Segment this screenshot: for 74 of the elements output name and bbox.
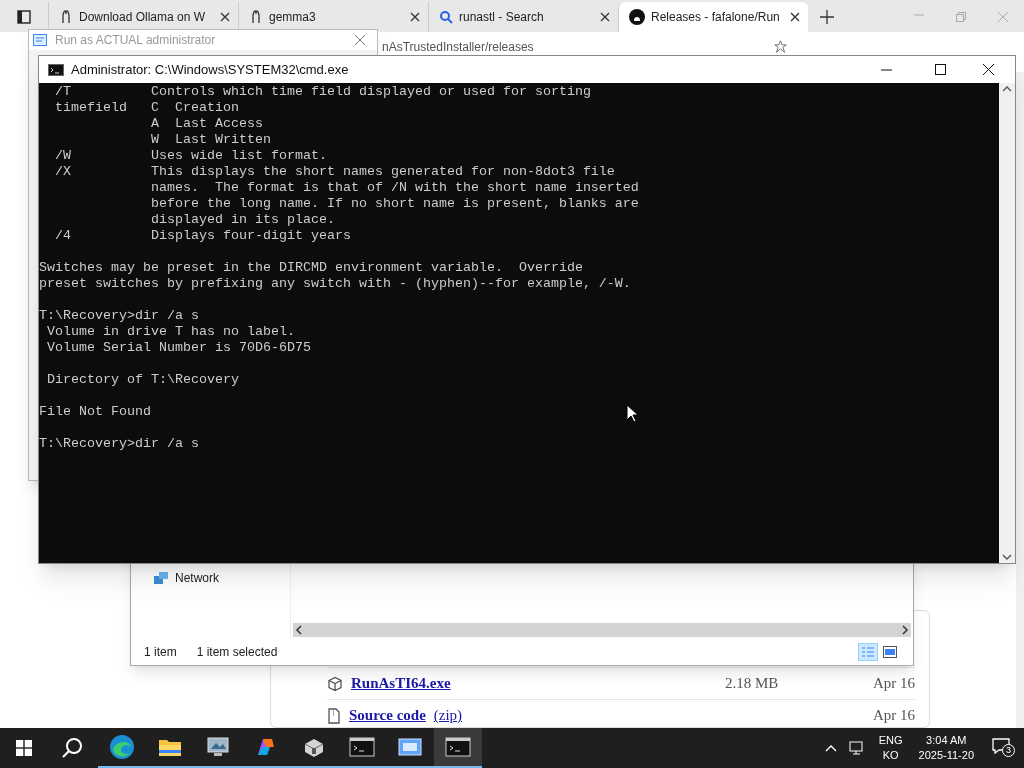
console-line: Directory of T:\Recovery bbox=[46, 372, 239, 388]
browser-tab[interactable]: Releases - fafalone/Run bbox=[618, 2, 808, 32]
language-indicator[interactable]: ENG KO bbox=[878, 733, 903, 763]
console-line: Switches may be preset in the DIRCMD environment variable. Override bbox=[39, 260, 583, 276]
tab-title: gemma3 bbox=[269, 9, 317, 26]
taskbar-app[interactable] bbox=[434, 728, 482, 768]
status-text: 1 item selected bbox=[196, 644, 278, 661]
window-icon bbox=[397, 737, 423, 757]
close-icon[interactable] bbox=[220, 12, 230, 22]
console-line: A Last Access bbox=[149, 116, 263, 132]
search-icon[interactable] bbox=[62, 737, 84, 759]
terminal-icon bbox=[48, 63, 64, 76]
window-icon bbox=[33, 34, 47, 46]
vertical-scrollbar[interactable] bbox=[999, 83, 1015, 563]
mouse-cursor-icon bbox=[626, 404, 638, 423]
terminal-icon bbox=[349, 737, 375, 757]
console-line: timefield C Creation bbox=[54, 100, 239, 116]
close-icon[interactable] bbox=[600, 12, 610, 22]
asset-format-link[interactable]: (zip) bbox=[433, 704, 463, 727]
preview-view-button[interactable] bbox=[880, 643, 900, 661]
package-icon bbox=[302, 736, 326, 758]
console-line: Volume Serial Number is 70D6-6D75 bbox=[46, 340, 311, 356]
notification-icon[interactable] bbox=[992, 738, 1010, 754]
console-line: Volume in drive T has no label. bbox=[46, 324, 295, 340]
close-icon[interactable] bbox=[410, 12, 420, 22]
search-icon bbox=[439, 10, 453, 24]
asset-size: 2.18 MB bbox=[724, 674, 780, 694]
preview-pane-icon bbox=[883, 646, 897, 658]
list-icon bbox=[861, 646, 875, 658]
chevron-up-icon[interactable] bbox=[824, 744, 837, 752]
new-tab-icon[interactable] bbox=[820, 10, 834, 24]
monitor-icon bbox=[206, 736, 230, 758]
tab-title: Download Ollama on W bbox=[79, 9, 207, 26]
tab-title: runastl - Search bbox=[459, 9, 545, 26]
status-text: 1 item bbox=[144, 644, 177, 661]
asset-date: Apr 16 bbox=[872, 674, 915, 694]
cube-icon bbox=[327, 675, 343, 692]
clock[interactable]: 3:04 AM 2025-11-20 bbox=[918, 733, 974, 763]
star-icon[interactable] bbox=[773, 40, 787, 53]
tab-actions-icon[interactable] bbox=[17, 10, 31, 24]
console-line: T:\Recovery>dir /a s bbox=[39, 308, 199, 324]
close-icon[interactable] bbox=[790, 12, 800, 22]
window-title: Administrator: C:\Windows\SYSTEM32\cmd.exe bbox=[71, 60, 350, 79]
console-line: /X This displays the short names generated for non-8dot3 file bbox=[54, 164, 615, 180]
network-icon bbox=[153, 571, 169, 585]
network-icon[interactable] bbox=[848, 740, 865, 756]
asset-link[interactable]: Source code bbox=[349, 704, 426, 727]
wave-logo-icon bbox=[109, 734, 135, 760]
console-line: displayed in its place. bbox=[149, 212, 335, 228]
console-line: /W Uses wide list format. bbox=[54, 148, 327, 164]
maximize-icon[interactable] bbox=[935, 64, 946, 75]
console-line: names. The format is that of /N with the short name inserted bbox=[149, 180, 639, 196]
console-line: W Last Written bbox=[149, 132, 271, 148]
scrollbar[interactable] bbox=[1016, 72, 1024, 728]
console-line: /4 Displays four-digit years bbox=[54, 228, 351, 244]
tab-title: Releases - fafalone/Run bbox=[651, 9, 781, 26]
nav-item[interactable]: Network bbox=[153, 569, 290, 587]
address-text[interactable]: nAsTrustedInstaller/releases bbox=[382, 40, 534, 54]
asset-date: Apr 16 bbox=[872, 706, 915, 726]
notification-count: 3 bbox=[1002, 744, 1015, 757]
console-line: T:\Recovery>dir /a s bbox=[39, 436, 199, 452]
console-line: File Not Found bbox=[39, 404, 151, 420]
close-icon[interactable] bbox=[983, 64, 994, 75]
console-line: /T Controls which time field displayed or used for sorting bbox=[54, 84, 591, 100]
terminal-icon bbox=[445, 737, 471, 757]
zip-file-icon bbox=[327, 707, 341, 724]
horizontal-scrollbar[interactable] bbox=[293, 623, 911, 637]
dialog-title: Run as ACTUAL administrator bbox=[55, 32, 217, 49]
asset-link[interactable]: RunAsTI64.exe bbox=[351, 672, 451, 695]
console-line: preset switches by prefixing any switch with - (hyphen)--for example, /-W. bbox=[39, 276, 631, 292]
console-line: before the long name. If no short name is present, blanks are bbox=[149, 196, 639, 212]
folder-icon bbox=[158, 737, 182, 757]
start-icon[interactable] bbox=[16, 740, 32, 756]
minimize-icon[interactable] bbox=[881, 68, 892, 71]
